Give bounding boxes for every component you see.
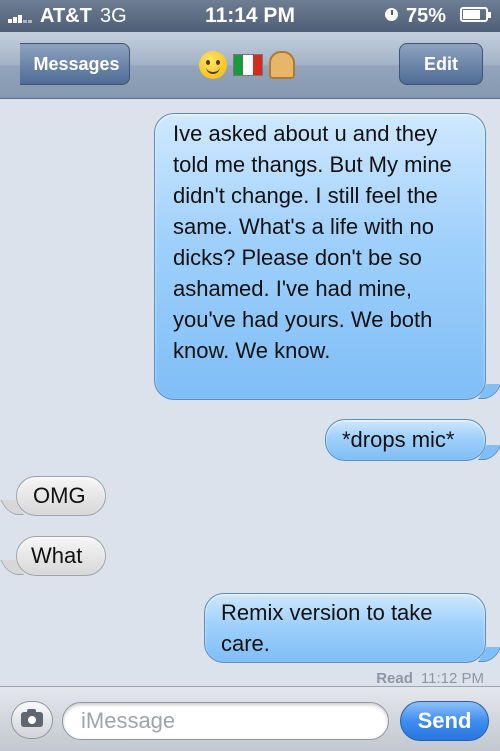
read-receipt: Read 11:12 PM <box>376 670 484 687</box>
edit-button[interactable]: Edit <box>399 43 483 85</box>
messages-back-button[interactable]: Messages <box>20 43 130 85</box>
bread-emoji-icon <box>269 51 295 79</box>
battery-icon <box>460 7 491 22</box>
battery-percentage: 75% <box>406 5 447 27</box>
alarm-icon <box>385 8 398 21</box>
italian-flag-emoji-icon <box>233 54 263 76</box>
camera-icon <box>21 709 43 727</box>
read-time: 11:12 PM <box>420 670 484 687</box>
message-text: *drops mic* <box>342 427 455 452</box>
received-message-bubble[interactable]: OMG <box>16 476 106 516</box>
message-text: OMG <box>33 483 86 508</box>
message-text: What <box>31 543 83 568</box>
message-text: Remix version to take care. <box>221 600 433 656</box>
sent-message-bubble[interactable]: Ive asked about u and they told me thang… <box>154 113 486 400</box>
input-bar: Send <box>0 686 500 751</box>
imessage-input[interactable] <box>62 702 389 740</box>
conversation-title <box>195 51 305 81</box>
sent-message-bubble[interactable]: Remix version to take care. <box>204 593 486 663</box>
message-text: Ive asked about u and they told me thang… <box>173 121 452 363</box>
back-button-label: Messages <box>33 54 120 74</box>
received-message-bubble[interactable]: What <box>16 536 106 576</box>
navigation-bar: Messages Edit <box>0 32 500 99</box>
send-button[interactable]: Send <box>400 701 489 741</box>
status-bar: AT&T 3G 11:14 PM 75% <box>0 0 500 32</box>
camera-button[interactable] <box>11 701 53 739</box>
read-label: Read <box>376 670 413 687</box>
sent-message-bubble[interactable]: *drops mic* <box>325 419 486 461</box>
smiling-face-emoji-icon <box>199 51 227 79</box>
message-thread[interactable]: Ive asked about u and they told me thang… <box>0 99 500 687</box>
